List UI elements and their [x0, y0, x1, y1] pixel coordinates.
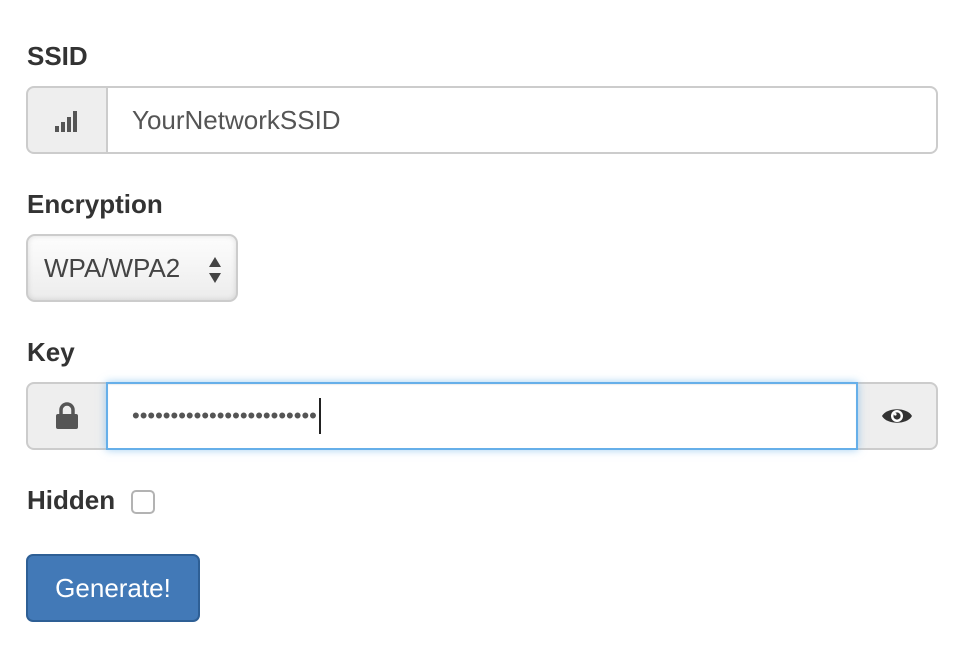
encryption-select[interactable]: WPA/WPA2 — [26, 234, 238, 302]
encryption-label: Encryption — [27, 189, 163, 219]
hidden-label: Hidden — [27, 485, 116, 515]
select-arrows-icon — [209, 257, 221, 283]
ssid-input-group — [26, 86, 938, 154]
generate-button[interactable]: Generate! — [26, 554, 200, 622]
ssid-label: SSID — [27, 41, 88, 71]
key-label: Key — [27, 337, 75, 367]
hidden-checkbox[interactable] — [131, 490, 155, 514]
key-password-input[interactable]: •••••••••••••••••••••••• — [106, 382, 858, 450]
text-caret — [318, 398, 321, 434]
key-input-group: •••••••••••••••••••••••• — [26, 382, 938, 450]
eye-icon[interactable] — [858, 382, 938, 450]
encryption-selected-value: WPA/WPA2 — [44, 252, 181, 283]
ssid-input[interactable] — [106, 86, 938, 154]
key-masked-value: •••••••••••••••••••••••• — [132, 403, 317, 428]
signal-bars-icon — [26, 86, 106, 154]
wifi-form: SSID Encryption WPA/WPA2 Key •••• — [0, 0, 960, 648]
lock-icon — [26, 382, 106, 450]
generate-button-label: Generate! — [55, 572, 171, 603]
